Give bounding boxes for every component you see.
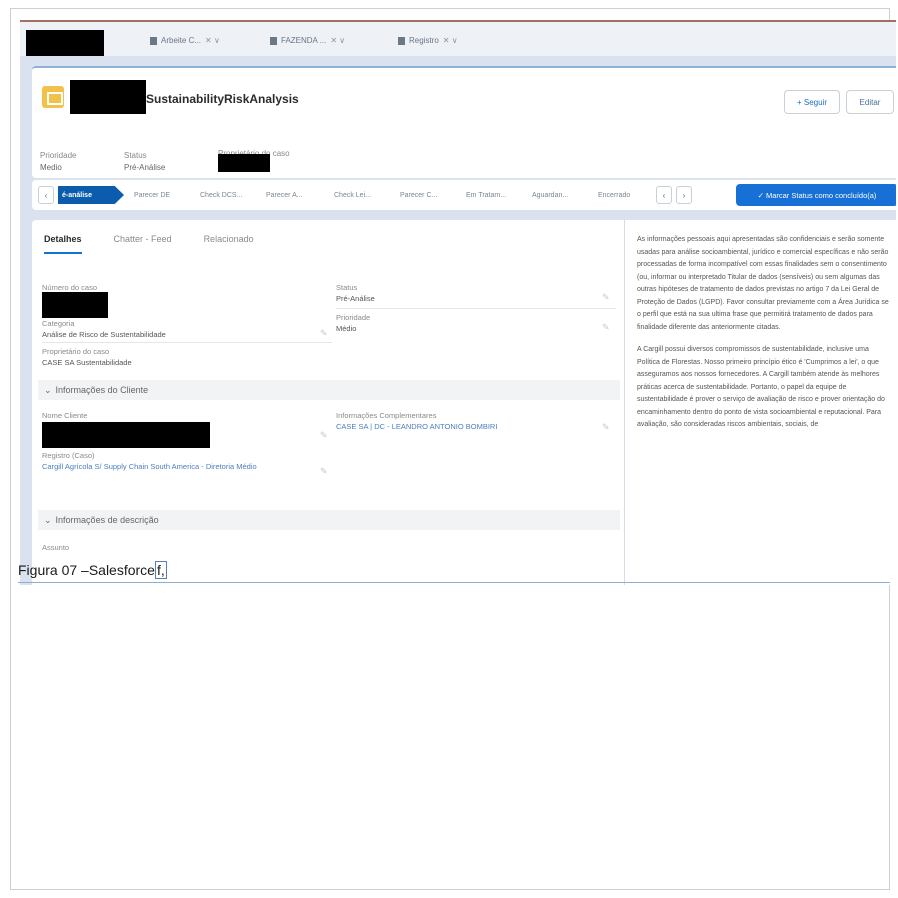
stage-item[interactable]: Parecer C...: [400, 186, 437, 204]
field-value: CASE SA Sustentabilidade: [42, 358, 132, 367]
info-complementares-link[interactable]: CASE SA | DC - LEANDRO ANTONIO BOMBIRI: [336, 421, 497, 432]
console-tab-bar: Arbeite C... ✕ ∨ FAZENDA ... ✕ ∨ Registr…: [20, 20, 896, 56]
field-value: Médio: [336, 324, 357, 333]
tab-close-icon[interactable]: ✕ ∨: [443, 36, 458, 45]
field-categoria: Categoria Análise de Risco de Sustentabi…: [42, 318, 166, 340]
salesforce-screenshot: Arbeite C... ✕ ∨ FAZENDA ... ✕ ∨ Registr…: [20, 20, 896, 585]
tab-close-icon[interactable]: ✕ ∨: [330, 36, 345, 45]
tab-label: Registro: [409, 36, 439, 45]
redaction-block: [42, 292, 108, 318]
edit-button[interactable]: Editar: [846, 90, 894, 114]
field-value: Pré-Análise: [336, 294, 375, 303]
redaction-block: [42, 422, 210, 448]
field-label: Categoria: [42, 319, 75, 328]
highlight-label: Status: [124, 151, 147, 160]
pencil-icon[interactable]: ✎: [320, 328, 328, 339]
field-label: Informações Complementares: [336, 411, 437, 420]
divider: [42, 342, 332, 343]
field-value: Análise de Risco de Sustentabilidade: [42, 330, 166, 339]
detail-tabs: Detalhes Chatter - Feed Relacionado: [44, 234, 254, 254]
field-label: Proprietário do caso: [42, 347, 110, 356]
tab-label: Arbeite C...: [161, 36, 202, 45]
section-informacoes-descricao[interactable]: ⌄ Informações de descrição: [38, 510, 620, 530]
text-cursor: f,: [154, 561, 167, 579]
pencil-icon[interactable]: ✎: [602, 422, 610, 433]
details-card: Detalhes Chatter - Feed Relacionado Núme…: [32, 220, 626, 585]
field-prioridade: Prioridade Médio: [336, 312, 370, 334]
tab-chatter-feed[interactable]: Chatter - Feed: [114, 234, 172, 254]
follow-button[interactable]: + Seguir: [784, 90, 840, 114]
registro-link[interactable]: Cargill Agrícola S/ Supply Chain South A…: [42, 461, 282, 472]
field-label: Prioridade: [336, 313, 371, 322]
field-label: Nome Cliente: [42, 411, 88, 420]
console-tab-3[interactable]: Registro ✕ ∨: [398, 36, 458, 45]
divider: [336, 308, 616, 309]
highlight-prioridade: Prioridade Medio: [40, 150, 76, 174]
pencil-icon[interactable]: ✎: [320, 430, 328, 441]
pencil-icon[interactable]: ✎: [320, 466, 328, 477]
section-title: Informações de descrição: [55, 515, 159, 525]
chevron-down-icon: ⌄: [44, 514, 52, 525]
info-paragraph: A Cargill possui diversos compromissos d…: [637, 346, 885, 428]
stage-item[interactable]: Parecer A...: [266, 186, 303, 204]
section-informacoes-cliente[interactable]: ⌄ Informações do Cliente: [38, 380, 620, 400]
record-header: SustainabilityRiskAnalysis + Seguir Edit…: [32, 66, 896, 178]
field-nome-cliente: Nome Cliente: [42, 410, 87, 421]
stage-item[interactable]: Aguardan...: [532, 186, 568, 204]
mark-status-complete-button[interactable]: ✓ Marcar Status como concluído(a): [736, 184, 896, 206]
figure-caption: Figura 07 –Salesforce f,: [18, 561, 167, 579]
console-tab-1[interactable]: Arbeite C... ✕ ∨: [150, 36, 220, 45]
info-paragraph: As informações pessoais aqui apresentada…: [637, 236, 889, 331]
pencil-icon[interactable]: ✎: [602, 292, 610, 303]
stage-item[interactable]: Parecer DE: [134, 186, 170, 204]
chevron-down-icon: ⌄: [44, 384, 52, 395]
highlight-value: Medio: [40, 163, 62, 172]
case-object-icon: [42, 86, 64, 108]
highlight-label: Prioridade: [40, 151, 77, 160]
stage-item[interactable]: Encerrado: [598, 186, 630, 204]
field-label: Assunto: [42, 543, 70, 552]
console-tab-2[interactable]: FAZENDA ... ✕ ∨: [270, 36, 345, 45]
field-label: Status: [336, 283, 358, 292]
tab-detalhes[interactable]: Detalhes: [44, 234, 82, 254]
caption-text: Figura 07 –Salesforce: [18, 562, 155, 578]
field-registro: Registro (Caso) Cargill Agrícola S/ Supp…: [42, 450, 282, 472]
tab-close-icon[interactable]: ✕ ∨: [205, 36, 220, 45]
info-panel: As informações pessoais aqui apresentada…: [624, 220, 896, 585]
stage-item[interactable]: Check Lei...: [334, 186, 371, 204]
path-stage-bar: ‹ é-análise Parecer DE Check DCS... Pare…: [32, 180, 896, 210]
section-title: Informações do Cliente: [55, 385, 149, 395]
record-icon: [150, 36, 157, 45]
tab-label: FAZENDA ...: [281, 36, 327, 45]
field-proprietario: Proprietário do caso CASE SA Sustentabil…: [42, 346, 132, 368]
pencil-icon[interactable]: ✎: [602, 322, 610, 333]
redaction-block: [218, 154, 270, 172]
highlight-value: Pré-Análise: [124, 163, 166, 172]
stage-item[interactable]: Check DCS...: [200, 186, 242, 204]
tab-relacionado[interactable]: Relacionado: [204, 234, 254, 254]
record-title: SustainabilityRiskAnalysis: [146, 92, 299, 106]
record-icon: [270, 36, 277, 45]
stage-item[interactable]: Em Tratam...: [466, 186, 506, 204]
redaction-block: [70, 80, 146, 114]
caption-underline: [18, 582, 890, 583]
info-panel-text: As informações pessoais aqui apresentada…: [637, 234, 891, 442]
path-prev-button[interactable]: ‹: [38, 186, 54, 204]
stage-current[interactable]: é-análise: [58, 186, 124, 204]
field-status: Status Pré-Análise: [336, 282, 375, 304]
field-info-complementares: Informações Complementares CASE SA | DC …: [336, 410, 497, 432]
field-assunto: Assunto: [42, 542, 69, 553]
record-icon: [398, 36, 405, 45]
path-prev-icon[interactable]: ‹: [656, 186, 672, 204]
field-label: Registro (Caso): [42, 451, 95, 460]
redaction-block: [26, 30, 104, 56]
path-next-icon[interactable]: ›: [676, 186, 692, 204]
highlight-status: Status Pré-Análise: [124, 150, 165, 174]
